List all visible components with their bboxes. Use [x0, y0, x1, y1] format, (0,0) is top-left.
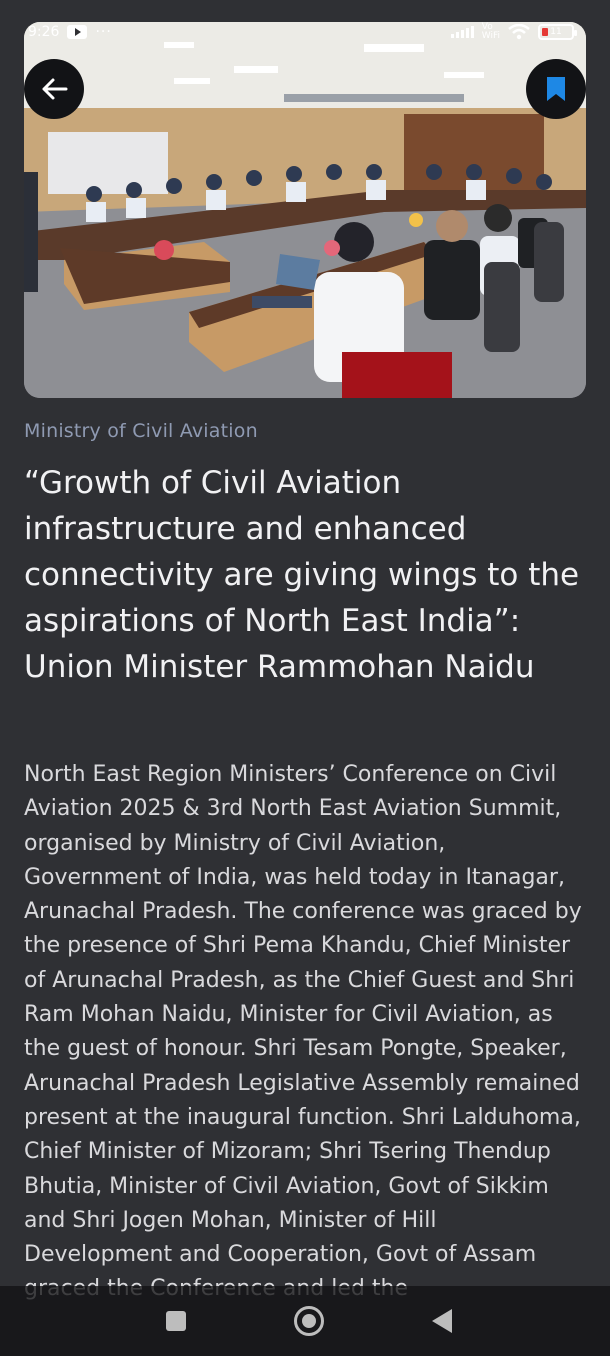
article-image — [24, 22, 586, 398]
article-title: “Growth of Civil Aviation infrastructure… — [24, 465, 580, 685]
clock: 9:26 — [28, 24, 60, 40]
vowifi-label: Vo WiFi — [481, 22, 500, 41]
article-screen: 9:26 ··· Vo WiFi 11 Ministry of Civil Av… — [0, 0, 610, 1356]
cell-signal-icon — [450, 26, 474, 38]
more-notifications-icon: ··· — [95, 24, 112, 40]
conference-photo — [24, 22, 586, 398]
status-bar: 9:26 ··· Vo WiFi 11 — [24, 22, 586, 42]
square-icon[interactable] — [166, 1311, 186, 1331]
bookmark-button[interactable] — [526, 59, 586, 119]
battery-level: 11 — [550, 27, 562, 37]
battery-icon: 11 — [538, 24, 577, 40]
system-nav-bar — [0, 1286, 610, 1356]
wifi-icon — [508, 24, 530, 40]
article-body: North East Region Ministers’ Conference … — [24, 762, 582, 1301]
circle-home-icon[interactable] — [294, 1306, 324, 1336]
bookmark-icon — [547, 77, 565, 101]
arrow-left-icon — [42, 78, 68, 100]
back-button[interactable] — [24, 59, 84, 119]
youtube-icon — [67, 25, 88, 39]
article-source[interactable]: Ministry of Civil Aviation — [24, 420, 258, 442]
triangle-back-icon[interactable] — [432, 1309, 452, 1333]
